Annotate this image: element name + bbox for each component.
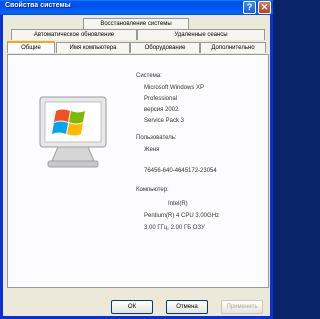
tab-general[interactable]: Общие: [7, 41, 55, 53]
computer-heading: Компьютер:: [136, 187, 169, 193]
system-heading: Система:: [136, 73, 162, 79]
system-properties-window: Свойства системы ? ✕ Восстановление сист…: [0, 0, 273, 319]
apply-button[interactable]: Применить: [221, 300, 263, 314]
service-pack: Service Pack 3: [144, 118, 185, 124]
ok-button[interactable]: ОК: [111, 300, 153, 314]
tab-computer-name[interactable]: Имя компьютера: [56, 42, 130, 53]
windows-logo-monitor-icon: [39, 96, 107, 168]
cpu-vendor: Intel(R): [168, 201, 188, 207]
cpu-ram: 3.00 ГГц, 2.00 ГБ ОЗУ: [144, 225, 205, 231]
os-edition: Professional: [144, 96, 178, 102]
user-name: Женя: [144, 147, 160, 153]
tab-automatic-updates[interactable]: Автоматическое обновление: [11, 29, 137, 40]
title-bar[interactable]: Свойства системы ? ✕: [0, 0, 273, 15]
os-version: версия 2002: [144, 107, 179, 113]
tab-remote-sessions[interactable]: Удаленные сеансы: [137, 29, 265, 40]
help-button[interactable]: ?: [243, 1, 256, 14]
tab-hardware[interactable]: Оборудование: [130, 42, 200, 53]
window-title: Свойства системы: [5, 2, 71, 9]
cpu-model: Pentium(R) 4 CPU 3.00GHz: [144, 213, 220, 219]
cancel-button[interactable]: Отмена: [166, 300, 208, 314]
registered-heading: Пользователь:: [136, 135, 177, 141]
tab-advanced[interactable]: Дополнительно: [200, 42, 266, 53]
tab-system-restore[interactable]: Восстановление системы: [83, 18, 189, 29]
general-tab-panel: Система: Microsoft Windows XP Profession…: [7, 54, 269, 288]
close-button[interactable]: ✕: [258, 1, 271, 14]
os-name: Microsoft Windows XP: [144, 85, 205, 91]
product-id: 76456-640-4645172-23054: [144, 168, 217, 174]
